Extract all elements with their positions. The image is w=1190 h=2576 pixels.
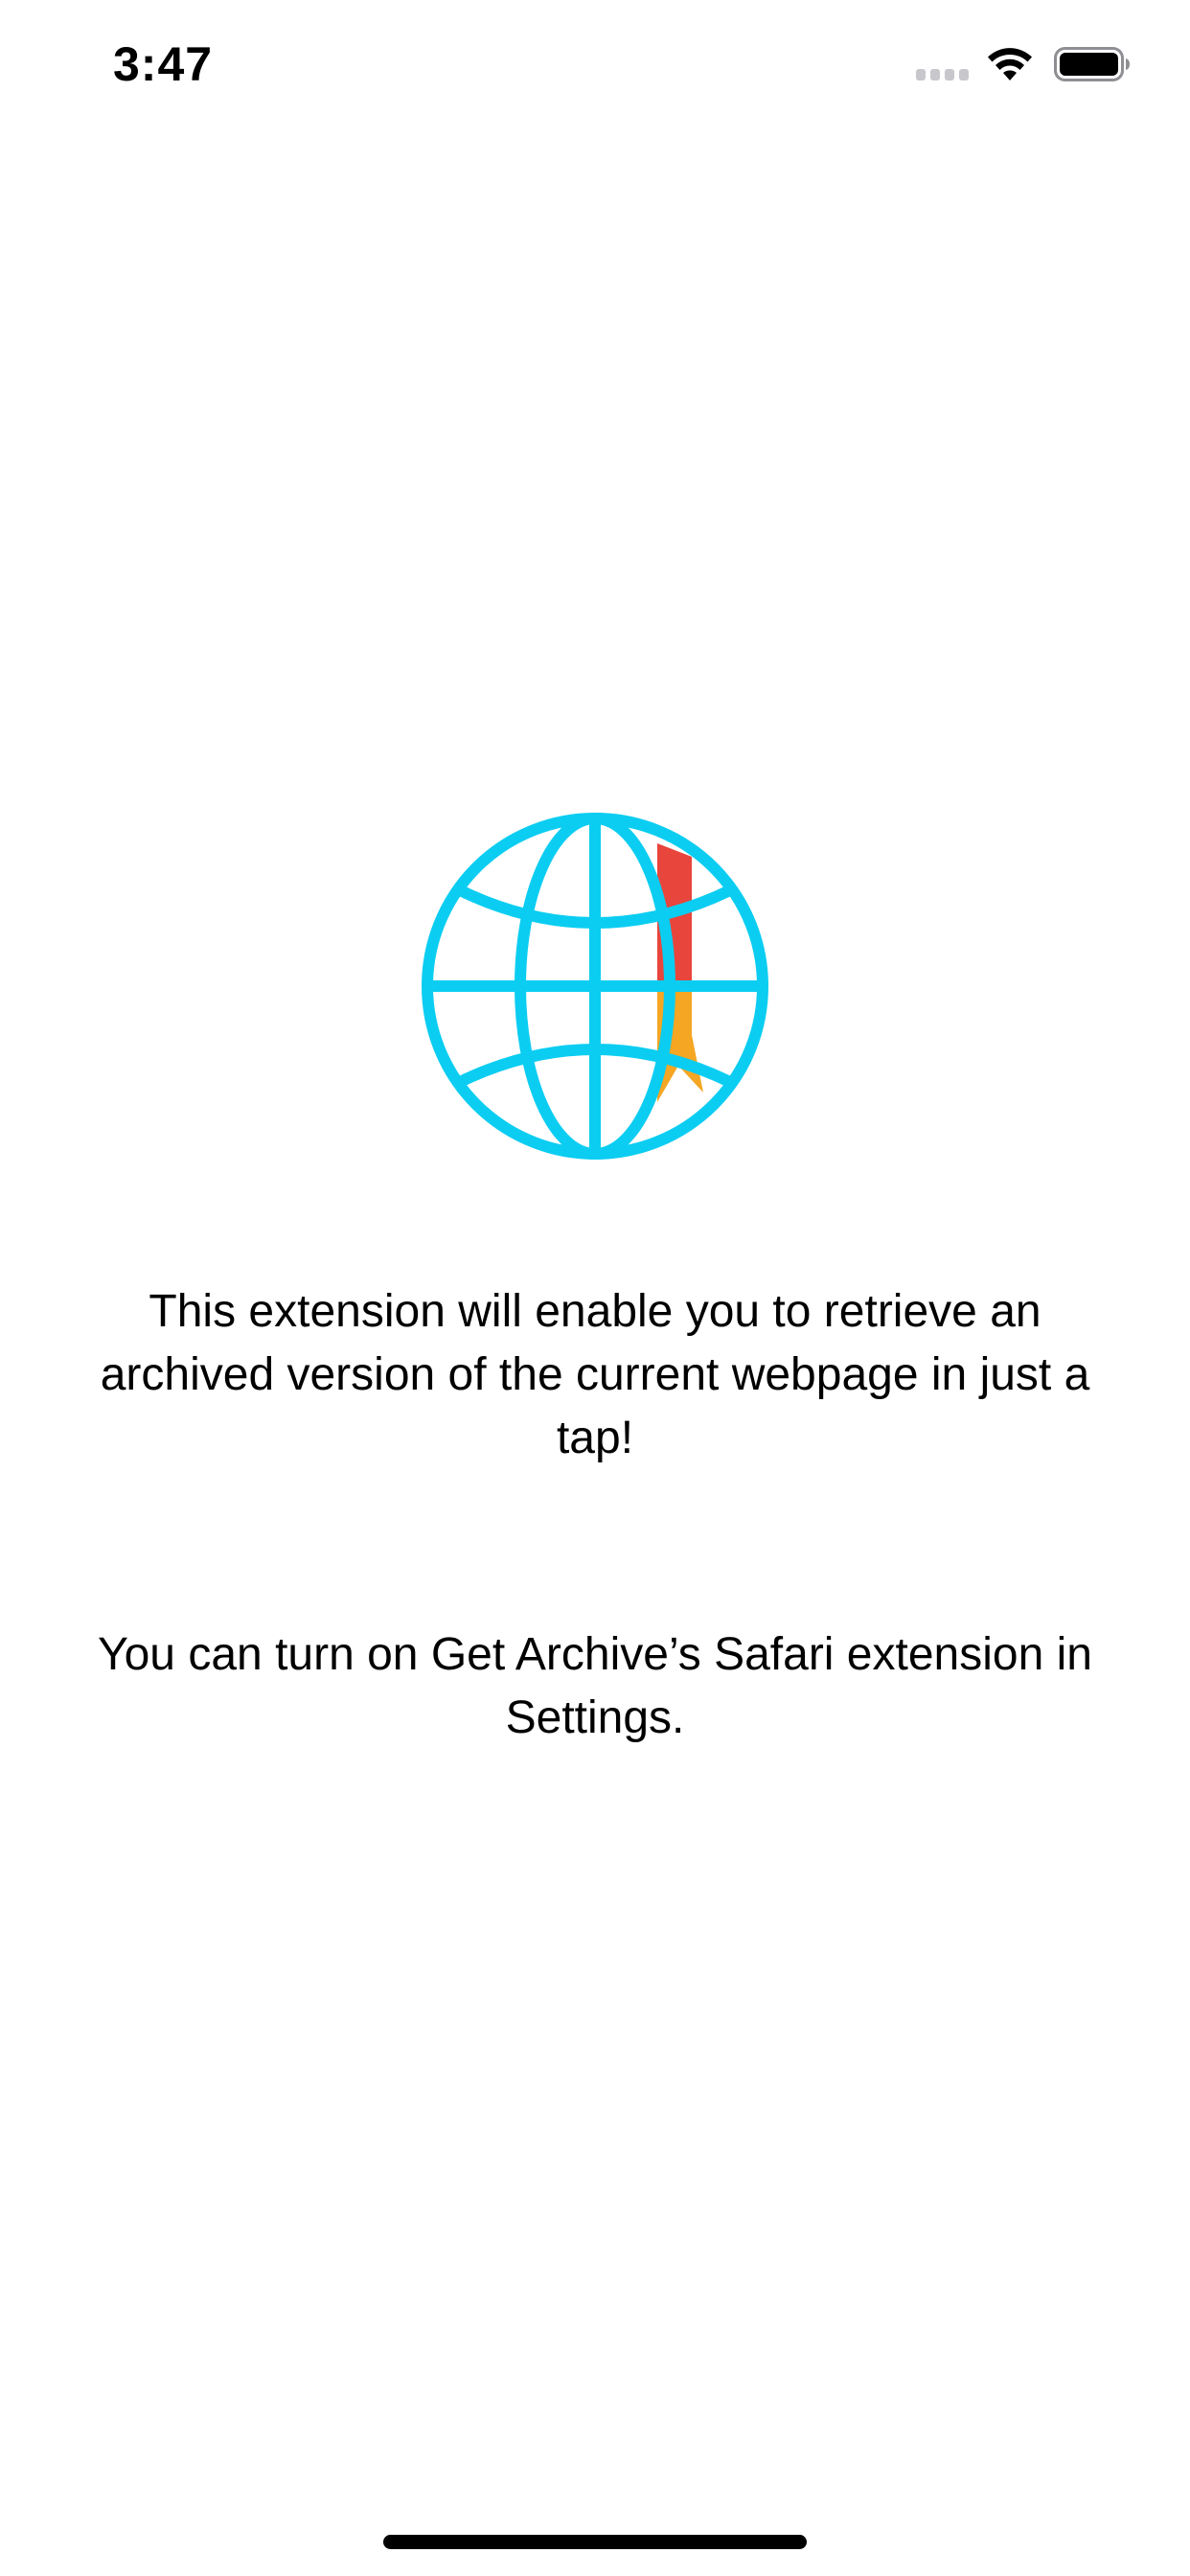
extension-description: This extension will enable you to retrie… bbox=[100, 1286, 1090, 1463]
battery-icon bbox=[1054, 47, 1130, 81]
status-bar: 3:47 bbox=[0, 0, 1190, 126]
home-indicator[interactable] bbox=[383, 2535, 807, 2549]
wifi-icon bbox=[988, 48, 1032, 80]
cellular-signal-icon bbox=[916, 69, 969, 80]
globe bbox=[422, 813, 768, 1160]
status-time: 3:47 bbox=[113, 37, 214, 91]
settings-instructions: You can turn on Get Archive’s Safari ext… bbox=[98, 1629, 1092, 1743]
globe-bookmark-icon bbox=[422, 813, 768, 1160]
screen: 3:47 This extension will enable you to r… bbox=[0, 0, 1190, 2576]
